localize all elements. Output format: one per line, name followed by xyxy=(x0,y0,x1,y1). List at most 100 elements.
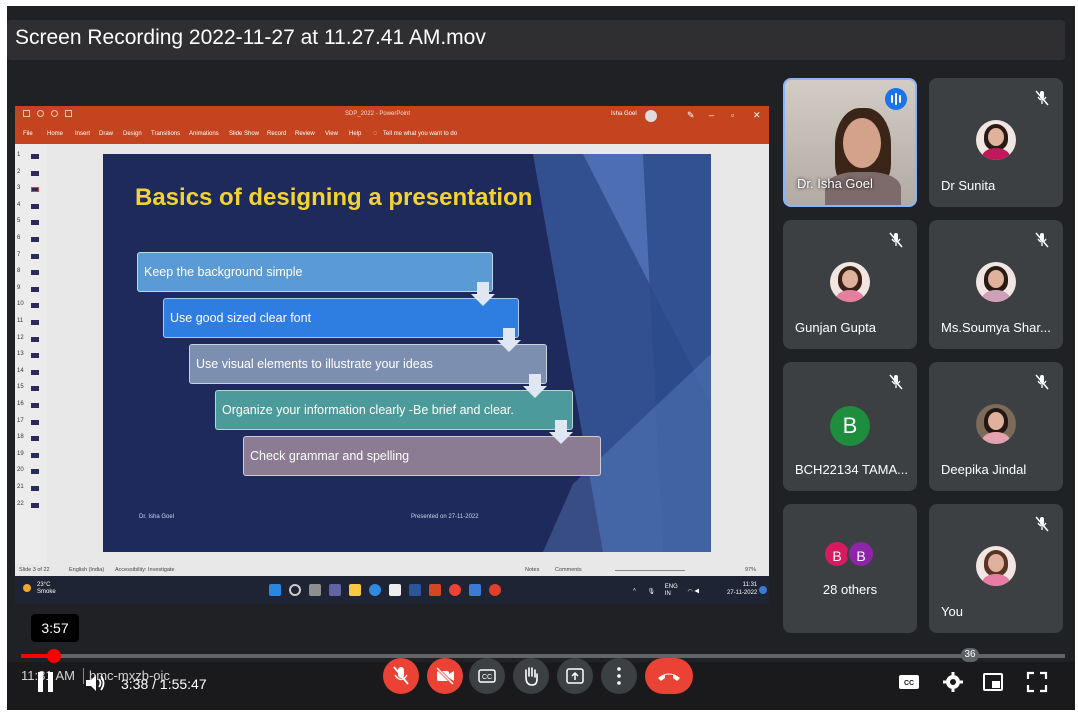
avatar xyxy=(976,262,1016,302)
slide-thumbnail: 21 xyxy=(17,482,45,496)
step-text: Keep the background simple xyxy=(144,265,303,279)
slide-thumbnail: 16 xyxy=(17,399,45,413)
time-display: 3:38 / 1:55:47 xyxy=(121,676,207,692)
current-slide: Basics of designing a presentation Keep … xyxy=(103,154,711,552)
others-avatar: B xyxy=(847,540,875,568)
lightbulb-icon: ◌ xyxy=(373,130,378,137)
slide-thumbnail: 17 xyxy=(17,416,45,430)
video-player[interactable]: Screen Recording 2022-11-27 at 11.27.41 … xyxy=(7,6,1075,710)
weather-widget: 23°C Smoke xyxy=(23,582,56,596)
speaking-indicator-icon xyxy=(885,88,907,110)
thumbnail-preview xyxy=(31,419,39,425)
menu-design: Design xyxy=(123,131,142,137)
thumbnail-preview xyxy=(31,220,39,226)
pause-button[interactable] xyxy=(35,670,57,694)
down-arrow-icon xyxy=(477,282,489,294)
step-box: Use visual elements to illustrate your i… xyxy=(189,344,547,384)
menu-review: Review xyxy=(295,131,315,137)
camera-button[interactable] xyxy=(427,658,463,694)
slide-title: Basics of designing a presentation xyxy=(135,184,533,211)
captions-button[interactable]: CC xyxy=(469,658,505,694)
phone-hangup-icon xyxy=(658,673,680,681)
powerpoint-icon xyxy=(429,584,441,596)
close-icon: ✕ xyxy=(753,110,761,120)
more-options-button[interactable] xyxy=(601,658,637,694)
step-box: Keep the background simple xyxy=(137,252,493,292)
thumbnail-preview xyxy=(31,469,39,475)
slide-thumbnail: 3 xyxy=(17,183,45,197)
slide-thumbnail: 19 xyxy=(17,449,45,463)
edge-icon xyxy=(369,584,381,596)
participant-tile-isha-goel[interactable]: Dr. Isha Goel xyxy=(783,78,917,207)
undo-icon xyxy=(37,110,44,117)
participant-tile-soumya[interactable]: Ms.Soumya Shar... xyxy=(929,220,1063,349)
slide-thumbnail: 2 xyxy=(17,167,45,181)
minimize-icon: – xyxy=(709,110,715,120)
system-tray: ^ 🎙 ENG IN ◠ ◀ xyxy=(633,584,699,598)
thumbnail-preview xyxy=(31,187,39,193)
file-explorer-icon xyxy=(349,584,361,596)
step-text: Use good sized clear font xyxy=(170,311,312,325)
menu-insert: Insert xyxy=(75,131,91,137)
chrome-icon xyxy=(449,584,461,596)
participant-tile-you[interactable]: You xyxy=(929,504,1063,633)
step-text: Organize your information clearly -Be br… xyxy=(222,403,514,417)
participant-tile-deepika-jindal[interactable]: Deepika Jindal xyxy=(929,362,1063,491)
end-call-button[interactable] xyxy=(645,658,693,694)
mic-off-icon xyxy=(889,374,903,390)
thumbnail-number: 20 xyxy=(17,467,24,474)
avatar xyxy=(976,404,1016,444)
menu-home: Home xyxy=(47,131,64,137)
video-title: Screen Recording 2022-11-27 at 11.27.41 … xyxy=(15,26,486,49)
avatar xyxy=(830,262,870,302)
thumbnail-number: 2 xyxy=(17,168,21,175)
microphone-button[interactable] xyxy=(383,658,419,694)
raise-hand-button[interactable] xyxy=(513,658,549,694)
powerpoint-title-bar: SDP_2022 - PowerPoint Isha Goel ✎ – ▫ ✕ xyxy=(15,106,769,128)
thumbnail-number: 6 xyxy=(17,235,21,241)
powerpoint-status-bar: Slide 3 of 22 English (India) Accessibil… xyxy=(15,564,769,576)
input-language: ENG xyxy=(664,584,678,590)
slide-thumbnail: 20 xyxy=(17,465,45,479)
user-avatar xyxy=(645,110,657,122)
participant-tile-bch22134[interactable]: B BCH22134 TAMA... xyxy=(783,362,917,491)
system-clock: 11:31 27-11-2022 xyxy=(727,581,757,597)
thumbnail-number: 3 xyxy=(17,185,21,192)
people-count-badge: 36 xyxy=(961,648,979,662)
scrubber-handle[interactable] xyxy=(46,649,61,663)
app-icon xyxy=(489,584,501,596)
menu-draw: Draw xyxy=(99,131,114,137)
slide-thumbnails: 1 2 3 4 5 6 7 8 9 10 11 12 13 14 15 16 17 18 19 20 21 22 xyxy=(15,144,47,564)
settings-button[interactable] xyxy=(941,670,965,694)
restore-icon: ▫ xyxy=(731,110,735,120)
participant-tile-dr-sunita[interactable]: Dr Sunita xyxy=(929,78,1063,207)
subtitles-button[interactable]: CC xyxy=(897,670,921,694)
step-text: Check grammar and spelling xyxy=(250,449,410,463)
slide-thumbnail: 8 xyxy=(17,266,45,280)
present-icon xyxy=(566,668,584,684)
volume-button[interactable] xyxy=(85,674,107,692)
thumbnail-preview xyxy=(31,452,39,458)
windows-taskbar: 23°C Smoke ^ 🎙 ENG IN ◠ ◀ 11:31 27-11-20… xyxy=(15,576,769,604)
present-button[interactable] xyxy=(557,658,593,694)
participant-name: You xyxy=(941,604,963,619)
mic-icon: 🎙 xyxy=(647,588,656,595)
input-region: IN xyxy=(664,591,671,597)
mic-off-icon xyxy=(1035,232,1049,248)
presenter-icon xyxy=(65,110,72,117)
step-box: Check grammar and spelling xyxy=(243,436,601,476)
menu-slide-show: Slide Show xyxy=(229,131,260,137)
mic-off-icon xyxy=(1035,374,1049,390)
thumbnail-number: 12 xyxy=(17,334,24,341)
save-icon xyxy=(23,110,30,117)
menu-record: Record xyxy=(267,131,287,137)
menu-animations: Animations xyxy=(189,131,219,137)
participant-tile-others[interactable]: B B 28 others xyxy=(783,504,917,633)
miniplayer-button[interactable] xyxy=(981,670,1005,694)
svg-text:CC: CC xyxy=(904,680,914,687)
participant-tile-gunjan-gupta[interactable]: Gunjan Gupta xyxy=(783,220,917,349)
tell-me-box: Tell me what you want to do xyxy=(383,131,458,137)
menu-view: View xyxy=(325,131,338,137)
mic-off-icon xyxy=(393,666,409,685)
fullscreen-button[interactable] xyxy=(1025,670,1049,694)
